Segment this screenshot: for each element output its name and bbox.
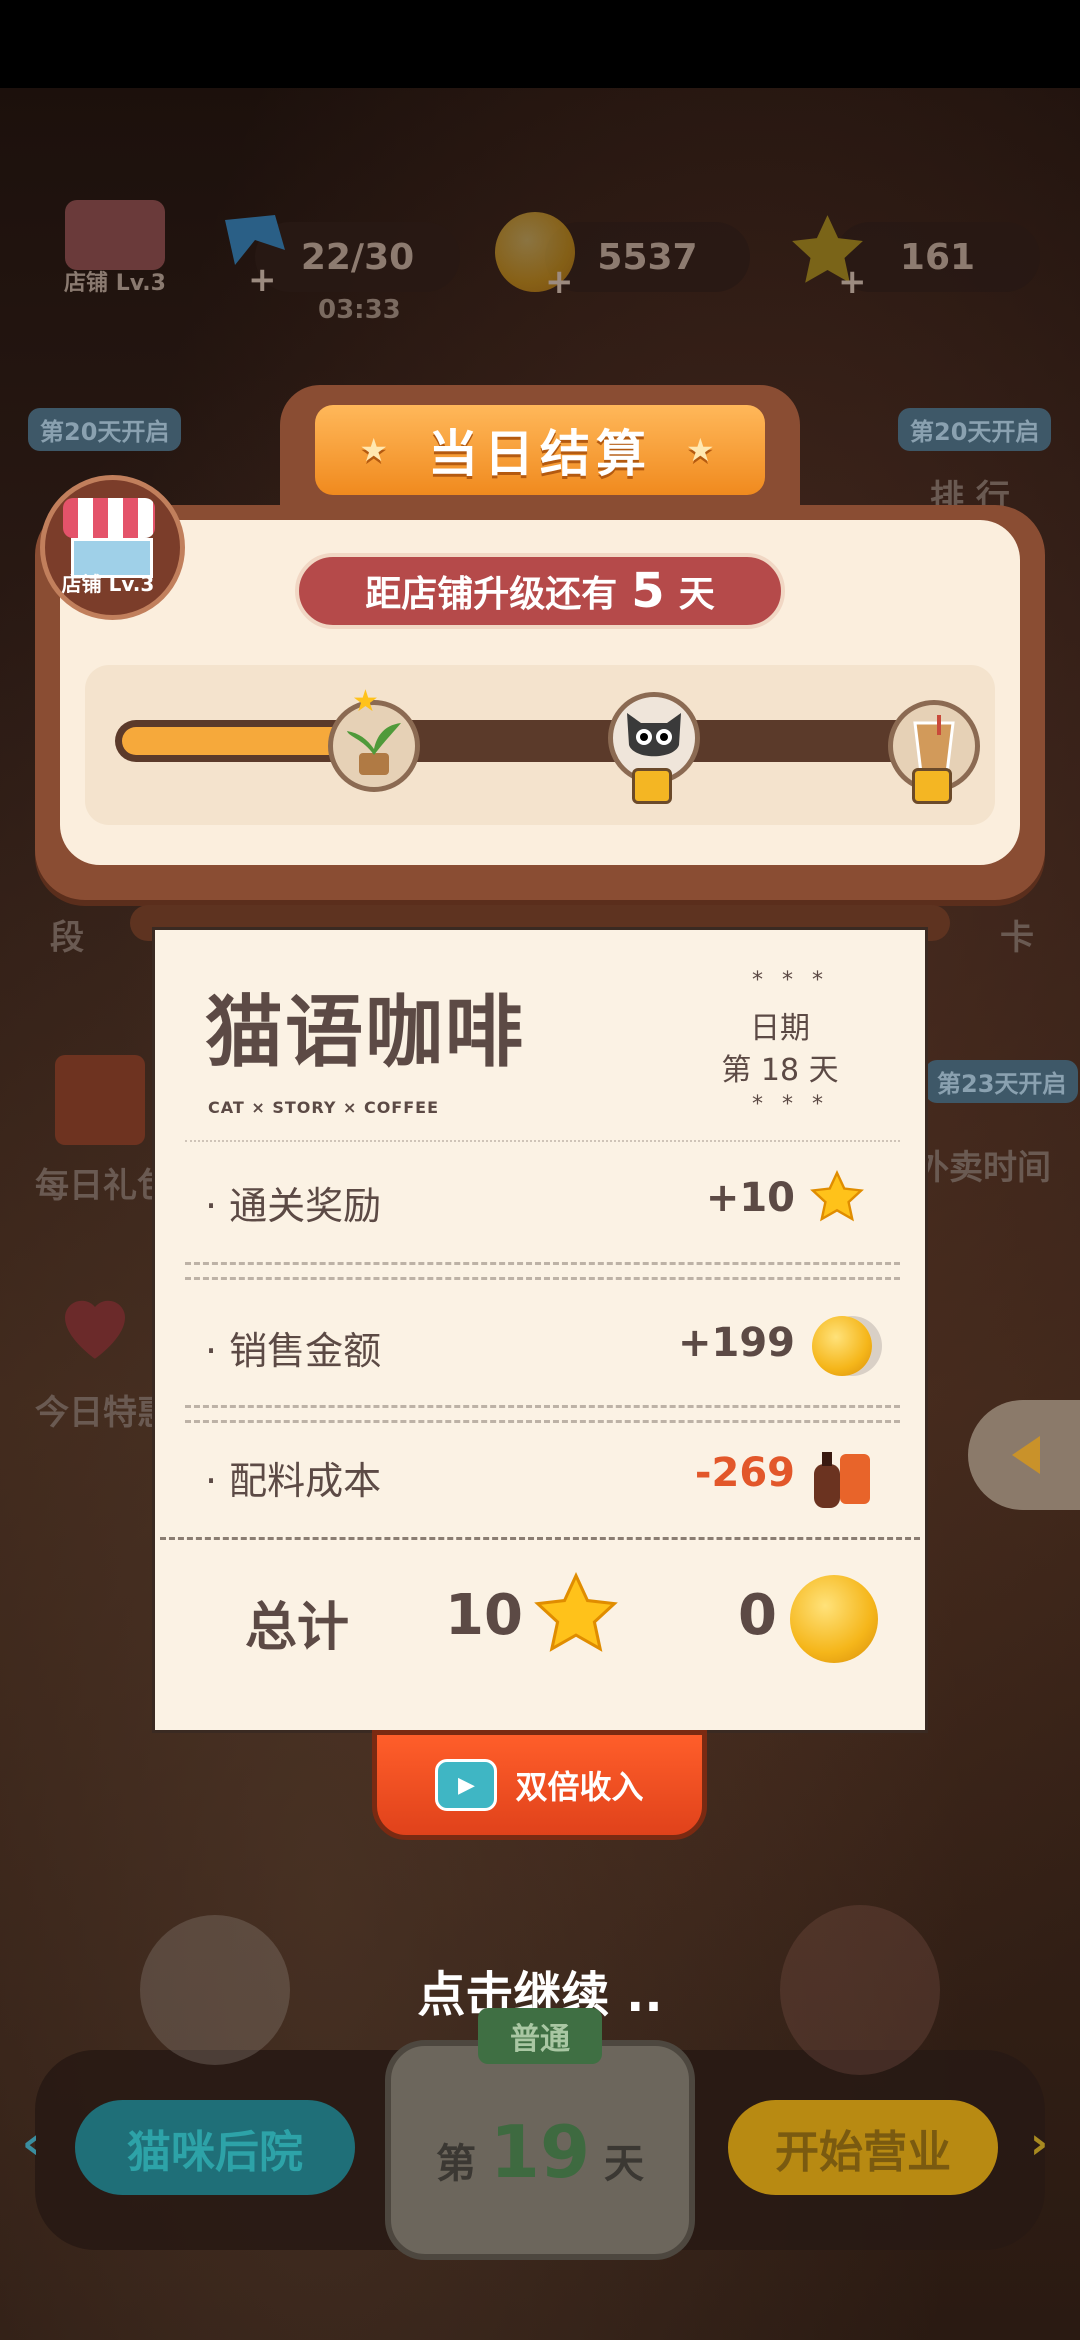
receipt-divider xyxy=(185,1140,900,1142)
sales-amount-label: · 销售金额 xyxy=(205,1329,382,1373)
start-business-button[interactable]: 开始营业 xyxy=(728,2100,998,2195)
ribbon-star-icon: ★ xyxy=(359,431,394,469)
takeout-label[interactable]: 外卖时间 xyxy=(915,1140,1051,1189)
shop-level-text: 店铺 Lv.3 xyxy=(61,572,155,596)
feature-lock-badge-right: 第20天开启 xyxy=(898,408,1052,451)
heart-icon xyxy=(50,1280,140,1370)
double-income-label: 双倍收入 xyxy=(515,1768,644,1806)
shop-awning-icon xyxy=(63,498,155,538)
ingredients-icon xyxy=(808,1442,878,1512)
shop-level-widget[interactable]: 店铺 Lv.3 xyxy=(55,195,175,315)
modal-title: 当日结算 xyxy=(428,425,652,483)
coin-icon xyxy=(812,1316,872,1376)
ribbon-star-icon: ★ xyxy=(686,431,721,469)
ingredient-cost-value: -269 xyxy=(694,1450,795,1496)
receipt-stars-bottom: * * * xyxy=(752,1092,829,1117)
total-stars-value: 10 xyxy=(445,1583,523,1648)
coin-value: 5537 xyxy=(597,236,698,278)
right-side-label[interactable]: 卡 xyxy=(1000,910,1034,959)
total-star-icon xyxy=(530,1568,622,1664)
receipt-divider xyxy=(185,1420,900,1423)
daily-gift-label[interactable]: 每日礼包 xyxy=(35,1158,171,1207)
gift-icon xyxy=(55,1055,145,1145)
video-play-icon: ▶ xyxy=(435,1759,498,1811)
cafe-logo: 猫语咖啡 xyxy=(205,988,526,1078)
side-expand-button[interactable] xyxy=(968,1400,1080,1510)
add-energy-icon[interactable]: + xyxy=(248,260,277,300)
energy-value: 22/30 xyxy=(300,236,415,278)
lock-icon xyxy=(912,768,952,804)
date-label: 日期 xyxy=(750,1011,810,1046)
star-icon xyxy=(808,1168,866,1230)
status-bar xyxy=(0,0,1080,88)
shop-level-label: 店铺 Lv.3 xyxy=(64,271,166,296)
receipt-divider xyxy=(185,1262,900,1265)
date-value: 第 18 天 xyxy=(721,1053,839,1088)
double-income-button[interactable]: ▶ 双倍收入 xyxy=(372,1730,707,1840)
receipt-divider xyxy=(185,1405,900,1408)
receipt-divider xyxy=(160,1537,920,1540)
modal-title-ribbon: ★ 当日结算 ★ xyxy=(315,405,765,495)
prev-arrow-icon[interactable]: ‹ xyxy=(22,2118,40,2169)
cat-face-icon xyxy=(627,713,681,757)
daily-special-label[interactable]: 今日特惠 xyxy=(35,1385,171,1434)
shop-icon xyxy=(65,200,165,270)
sales-amount-value: +199 xyxy=(677,1320,795,1366)
total-coin-icon xyxy=(790,1575,878,1663)
cafe-logo-tagline: CAT × STORY × COFFEE xyxy=(208,1098,440,1117)
next-day-label: 第 19 天 xyxy=(435,2110,645,2194)
clear-reward-value: +10 xyxy=(705,1175,795,1221)
difficulty-tag: 普通 xyxy=(478,2008,602,2064)
add-star-icon[interactable]: + xyxy=(838,262,867,302)
cat-backyard-button[interactable]: 猫咪后院 xyxy=(75,2100,355,2195)
takeout-lock-badge: 第23天开启 xyxy=(925,1060,1079,1103)
energy-timer: 03:33 xyxy=(318,295,401,325)
total-label: 总计 xyxy=(245,1598,350,1658)
feature-lock-badge-left: 第20天开启 xyxy=(28,408,182,451)
plant-icon xyxy=(347,723,401,775)
clear-reward-label: · 通关奖励 xyxy=(205,1184,382,1228)
upgrade-prefix: 距店铺升级还有 xyxy=(365,574,618,615)
unlocked-star-icon: ★ xyxy=(352,684,379,719)
girl-character xyxy=(780,1905,940,2075)
receipt-divider xyxy=(185,1277,900,1280)
ingredient-cost-label: · 配料成本 xyxy=(205,1459,382,1503)
lock-icon xyxy=(632,768,672,804)
left-side-label[interactable]: 段 xyxy=(50,910,84,959)
upgrade-countdown: 距店铺升级还有 5 天 xyxy=(295,553,785,629)
upgrade-suffix: 天 xyxy=(678,574,715,615)
total-coins-value: 0 xyxy=(738,1583,777,1648)
add-coin-icon[interactable]: + xyxy=(545,262,574,302)
star-value: 161 xyxy=(899,236,976,278)
left-arrow-icon xyxy=(1012,1436,1040,1474)
upgrade-days: 5 xyxy=(631,563,665,619)
coin-counter[interactable]: 5537 xyxy=(545,222,750,292)
next-arrow-icon[interactable]: › xyxy=(1030,2118,1048,2169)
receipt-stars-top: * * * xyxy=(752,968,829,993)
cat-character xyxy=(140,1915,290,2065)
next-day-number: 19 xyxy=(489,2110,591,2194)
